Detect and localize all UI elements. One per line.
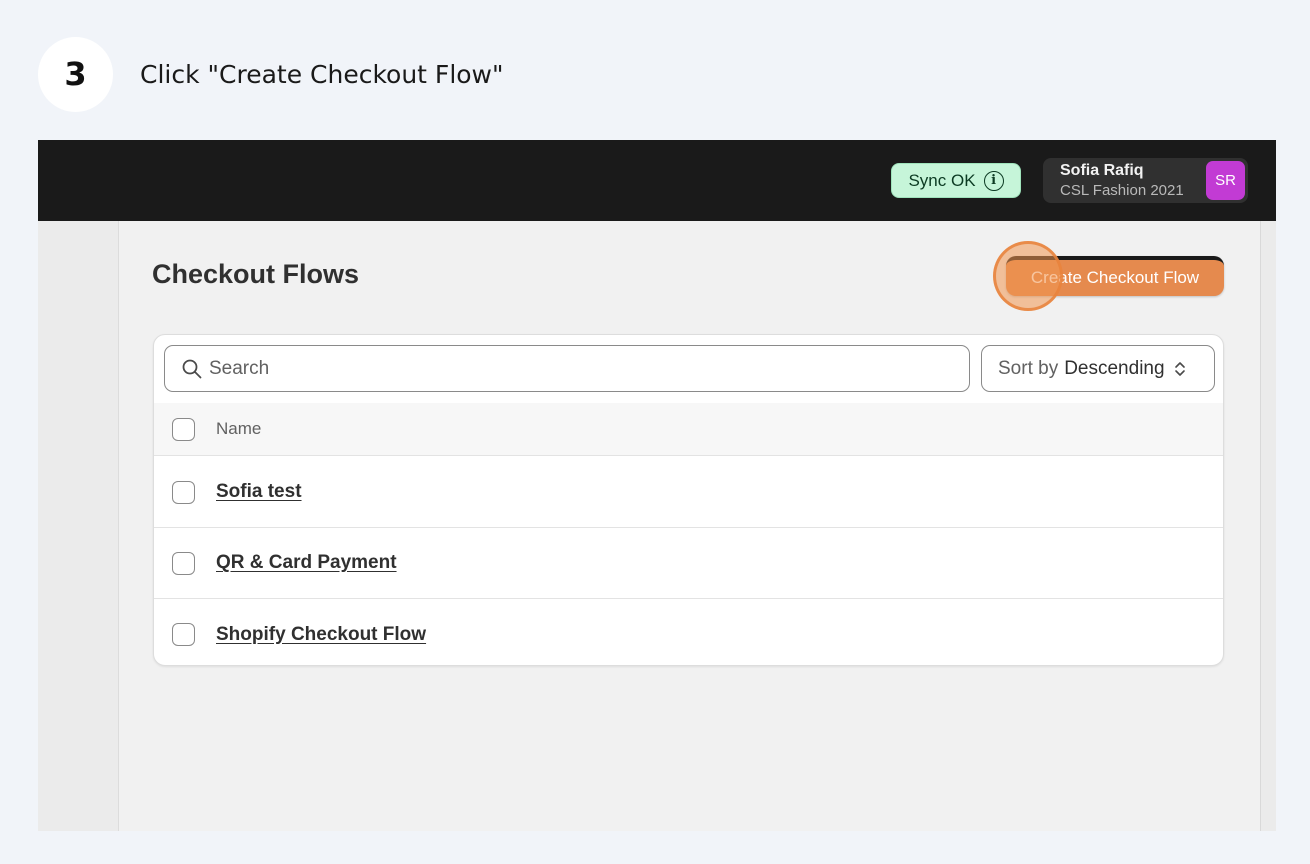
sync-status-badge[interactable]: Sync OK i: [891, 163, 1021, 198]
table-row: Shopify Checkout Flow: [154, 599, 1223, 665]
user-organization: CSL Fashion 2021: [1060, 182, 1184, 199]
click-indicator: [993, 241, 1063, 311]
checkout-flow-link[interactable]: QR & Card Payment: [216, 552, 397, 574]
search-input[interactable]: [209, 357, 949, 380]
row-checkbox[interactable]: [172, 551, 195, 575]
info-icon[interactable]: i: [983, 170, 1004, 191]
main-content: Checkout Flows Create Checkout Flow Sort…: [119, 221, 1260, 831]
column-header-name: Name: [216, 419, 262, 438]
step-instruction: Click "Create Checkout Flow": [140, 59, 504, 89]
select-all-checkbox[interactable]: [172, 417, 195, 441]
sidebar: [38, 221, 119, 831]
table-row: Sofia test: [154, 457, 1223, 528]
step-header: 3 Click "Create Checkout Flow": [38, 36, 504, 112]
checkout-flows-card: Sort by Descending Name Sofia test: [153, 334, 1224, 666]
avatar: SR: [1206, 161, 1245, 200]
sort-prefix-label: Sort by: [998, 357, 1059, 379]
checkout-flow-link[interactable]: Shopify Checkout Flow: [216, 624, 426, 646]
page-title: Checkout Flows: [152, 259, 360, 289]
user-menu[interactable]: Sofia Rafiq CSL Fashion 2021 SR: [1043, 158, 1248, 203]
top-bar: Sync OK i Sofia Rafiq CSL Fashion 2021 S…: [38, 140, 1276, 221]
table-header: Name: [154, 403, 1223, 456]
search-box[interactable]: [164, 345, 970, 392]
user-name: Sofia Rafiq: [1060, 162, 1144, 179]
checkout-flow-link[interactable]: Sofia test: [216, 481, 302, 503]
app-screenshot-frame: Sync OK i Sofia Rafiq CSL Fashion 2021 S…: [38, 140, 1276, 831]
search-icon: [181, 358, 203, 380]
table-row: QR & Card Payment: [154, 528, 1223, 599]
step-number-badge: 3: [38, 36, 113, 112]
row-checkbox[interactable]: [172, 623, 195, 646]
sort-value-label: Descending: [1064, 357, 1165, 379]
sort-button[interactable]: Sort by Descending: [981, 345, 1215, 392]
right-panel-edge: [1260, 221, 1276, 831]
row-checkbox[interactable]: [172, 480, 195, 504]
sync-status-label: Sync OK: [908, 170, 976, 190]
chevron-up-down-icon: [1173, 359, 1187, 379]
